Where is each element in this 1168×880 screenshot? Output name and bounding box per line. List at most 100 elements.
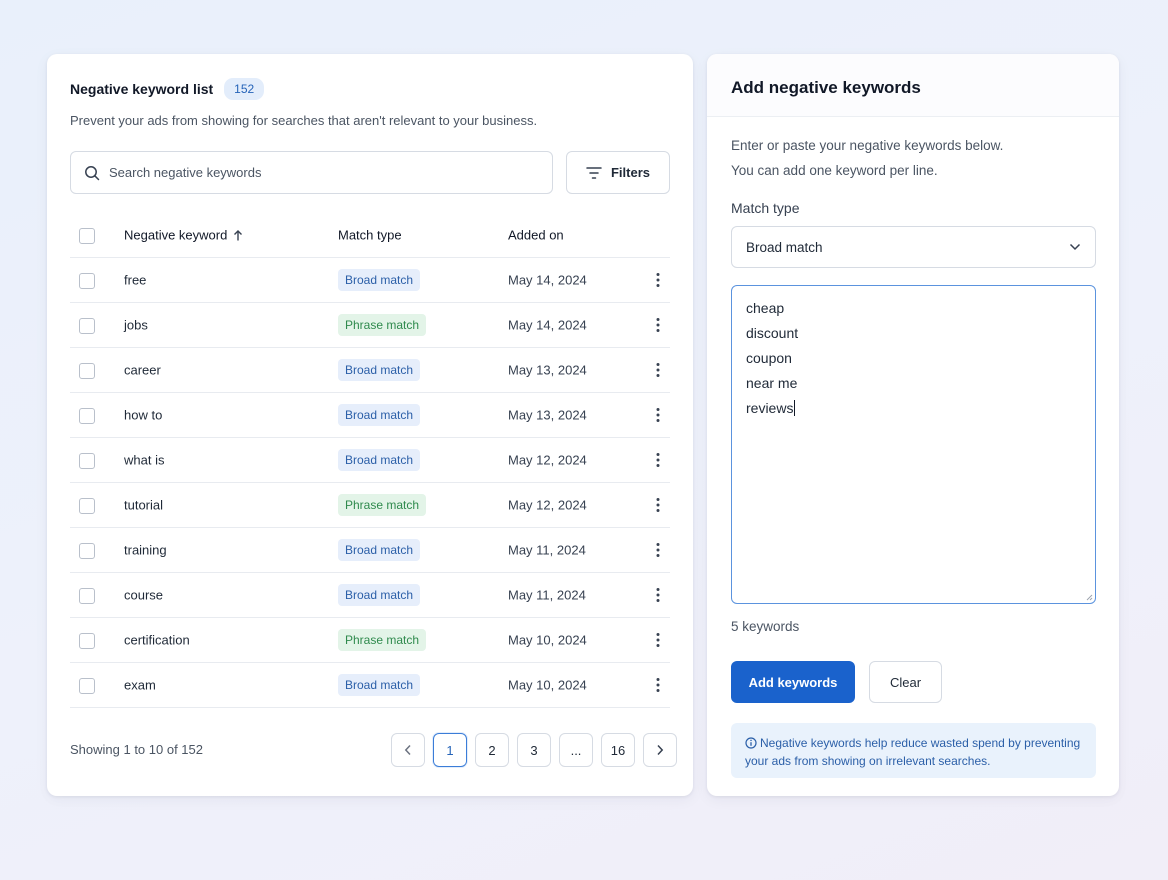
match-type-badge: Phrase match xyxy=(338,629,427,651)
more-options-icon[interactable] xyxy=(653,452,663,468)
resize-handle-icon[interactable] xyxy=(1085,593,1093,601)
column-header-keyword-label: Negative keyword xyxy=(124,227,228,242)
search-box[interactable] xyxy=(70,151,553,194)
row-checkbox[interactable] xyxy=(79,678,95,694)
description-line-2: You can add one keyword per line. xyxy=(731,163,938,178)
table-row[interactable]: certification Phrase match May 10, 2024 xyxy=(70,618,670,663)
keyword-line: discount xyxy=(746,325,799,341)
row-checkbox[interactable] xyxy=(79,273,95,289)
more-options-icon[interactable] xyxy=(653,362,663,378)
info-box: Negative keywords help reduce wasted spe… xyxy=(731,723,1096,778)
more-options-icon[interactable] xyxy=(653,497,663,513)
keyword-line-last: reviews xyxy=(746,396,1081,421)
more-options-icon[interactable] xyxy=(653,272,663,288)
added-on-cell: May 13, 2024 xyxy=(508,407,587,423)
page-button-16[interactable]: 16 xyxy=(601,733,635,767)
table-row[interactable]: career Broad match May 13, 2024 xyxy=(70,348,670,393)
match-type-select[interactable]: Broad match xyxy=(731,226,1096,268)
page-button-1[interactable]: 1 xyxy=(433,733,467,767)
keyword-cell: course xyxy=(124,587,164,603)
row-checkbox[interactable] xyxy=(79,543,95,559)
added-on-cell: May 12, 2024 xyxy=(508,452,587,468)
added-on-cell: May 14, 2024 xyxy=(508,317,587,333)
column-header-match-type: Match type xyxy=(338,227,402,242)
select-all-checkbox[interactable] xyxy=(79,228,95,244)
row-checkbox[interactable] xyxy=(79,408,95,424)
keyword-count: 5 keywords xyxy=(731,619,800,634)
match-type-cell: Phrase match xyxy=(338,494,427,516)
table-row[interactable]: what is Broad match May 12, 2024 xyxy=(70,438,670,483)
table-body: free Broad match May 14, 2024 jobs Phrase ma… xyxy=(70,258,670,708)
text-cursor xyxy=(794,400,796,416)
row-checkbox[interactable] xyxy=(79,318,95,334)
table-header: Negative keyword Match type Added on xyxy=(70,212,670,258)
info-text: Negative keywords help reduce wasted spe… xyxy=(745,736,1081,768)
chevron-right-icon xyxy=(657,744,664,756)
table-row[interactable]: free Broad match May 14, 2024 xyxy=(70,258,670,303)
match-type-cell: Broad match xyxy=(338,584,421,606)
list-subtitle: Prevent your ads from showing for search… xyxy=(70,113,538,128)
keyword-cell: career xyxy=(124,362,161,378)
more-options-icon[interactable] xyxy=(653,407,663,423)
added-on-cell: May 12, 2024 xyxy=(508,497,587,513)
added-on-cell: May 13, 2024 xyxy=(508,362,587,378)
added-on-cell: May 10, 2024 xyxy=(508,677,587,693)
match-type-label: Match type xyxy=(731,200,800,216)
added-on-cell: May 11, 2024 xyxy=(508,587,586,603)
keyword-cell: how to xyxy=(124,407,163,423)
match-type-cell: Broad match xyxy=(338,539,421,561)
more-options-icon[interactable] xyxy=(653,317,663,333)
match-type-cell: Broad match xyxy=(338,359,421,381)
match-type-badge: Broad match xyxy=(338,674,421,696)
row-checkbox[interactable] xyxy=(79,588,95,604)
panel-description: Enter or paste your negative keywords be… xyxy=(731,133,1003,183)
chevron-down-icon xyxy=(1069,243,1081,251)
more-options-icon[interactable] xyxy=(653,542,663,558)
row-checkbox[interactable] xyxy=(79,453,95,469)
next-page-button[interactable] xyxy=(643,733,677,767)
added-on-cell: May 14, 2024 xyxy=(508,272,587,288)
filters-label: Filters xyxy=(610,165,650,180)
previous-page-button[interactable] xyxy=(391,733,425,767)
match-type-cell: Phrase match xyxy=(338,314,427,336)
keyword-cell: jobs xyxy=(124,317,148,333)
match-type-badge: Phrase match xyxy=(338,494,427,516)
match-type-cell: Broad match xyxy=(338,269,421,291)
page-button-3[interactable]: 3 xyxy=(517,733,551,767)
table-row[interactable]: how to Broad match May 13, 2024 xyxy=(70,393,670,438)
table-row[interactable]: exam Broad match May 10, 2024 xyxy=(70,663,670,708)
add-negative-keywords-panel: Add negative keywords Enter or paste you… xyxy=(707,54,1119,796)
row-checkbox[interactable] xyxy=(79,633,95,649)
add-keywords-button[interactable]: Add keywords xyxy=(731,661,855,703)
keyword-cell: certification xyxy=(124,632,190,648)
keyword-cell: free xyxy=(124,272,147,288)
panel-header: Add negative keywords xyxy=(707,54,1119,117)
row-checkbox[interactable] xyxy=(79,363,95,379)
chevron-left-icon xyxy=(404,744,411,756)
match-type-badge: Broad match xyxy=(338,449,421,471)
match-type-value: Broad match xyxy=(746,239,823,255)
search-icon xyxy=(85,165,100,180)
row-checkbox[interactable] xyxy=(79,498,95,514)
table-row[interactable]: jobs Phrase match May 14, 2024 xyxy=(70,303,670,348)
match-type-cell: Broad match xyxy=(338,449,421,471)
list-header: Negative keyword list 152 xyxy=(70,78,265,100)
table-row[interactable]: tutorial Phrase match May 12, 2024 xyxy=(70,483,670,528)
column-header-keyword[interactable]: Negative keyword xyxy=(124,227,243,242)
keyword-count-badge: 152 xyxy=(224,78,265,100)
page-button-2[interactable]: 2 xyxy=(475,733,509,767)
filters-button[interactable]: Filters xyxy=(566,151,670,194)
added-on-cell: May 11, 2024 xyxy=(508,542,586,558)
info-icon xyxy=(745,737,757,749)
match-type-badge: Broad match xyxy=(338,539,421,561)
more-options-icon[interactable] xyxy=(653,632,663,648)
table-row[interactable]: course Broad match May 11, 2024 xyxy=(70,573,670,618)
more-options-icon[interactable] xyxy=(653,677,663,693)
search-input[interactable] xyxy=(109,165,529,180)
column-header-added-on: Added on xyxy=(508,227,564,242)
keywords-textarea[interactable]: cheap discount coupon near me reviews xyxy=(731,285,1096,604)
more-options-icon[interactable] xyxy=(653,587,663,603)
table-row[interactable]: training Broad match May 11, 2024 xyxy=(70,528,670,573)
match-type-badge: Broad match xyxy=(338,269,421,291)
clear-button[interactable]: Clear xyxy=(869,661,942,703)
